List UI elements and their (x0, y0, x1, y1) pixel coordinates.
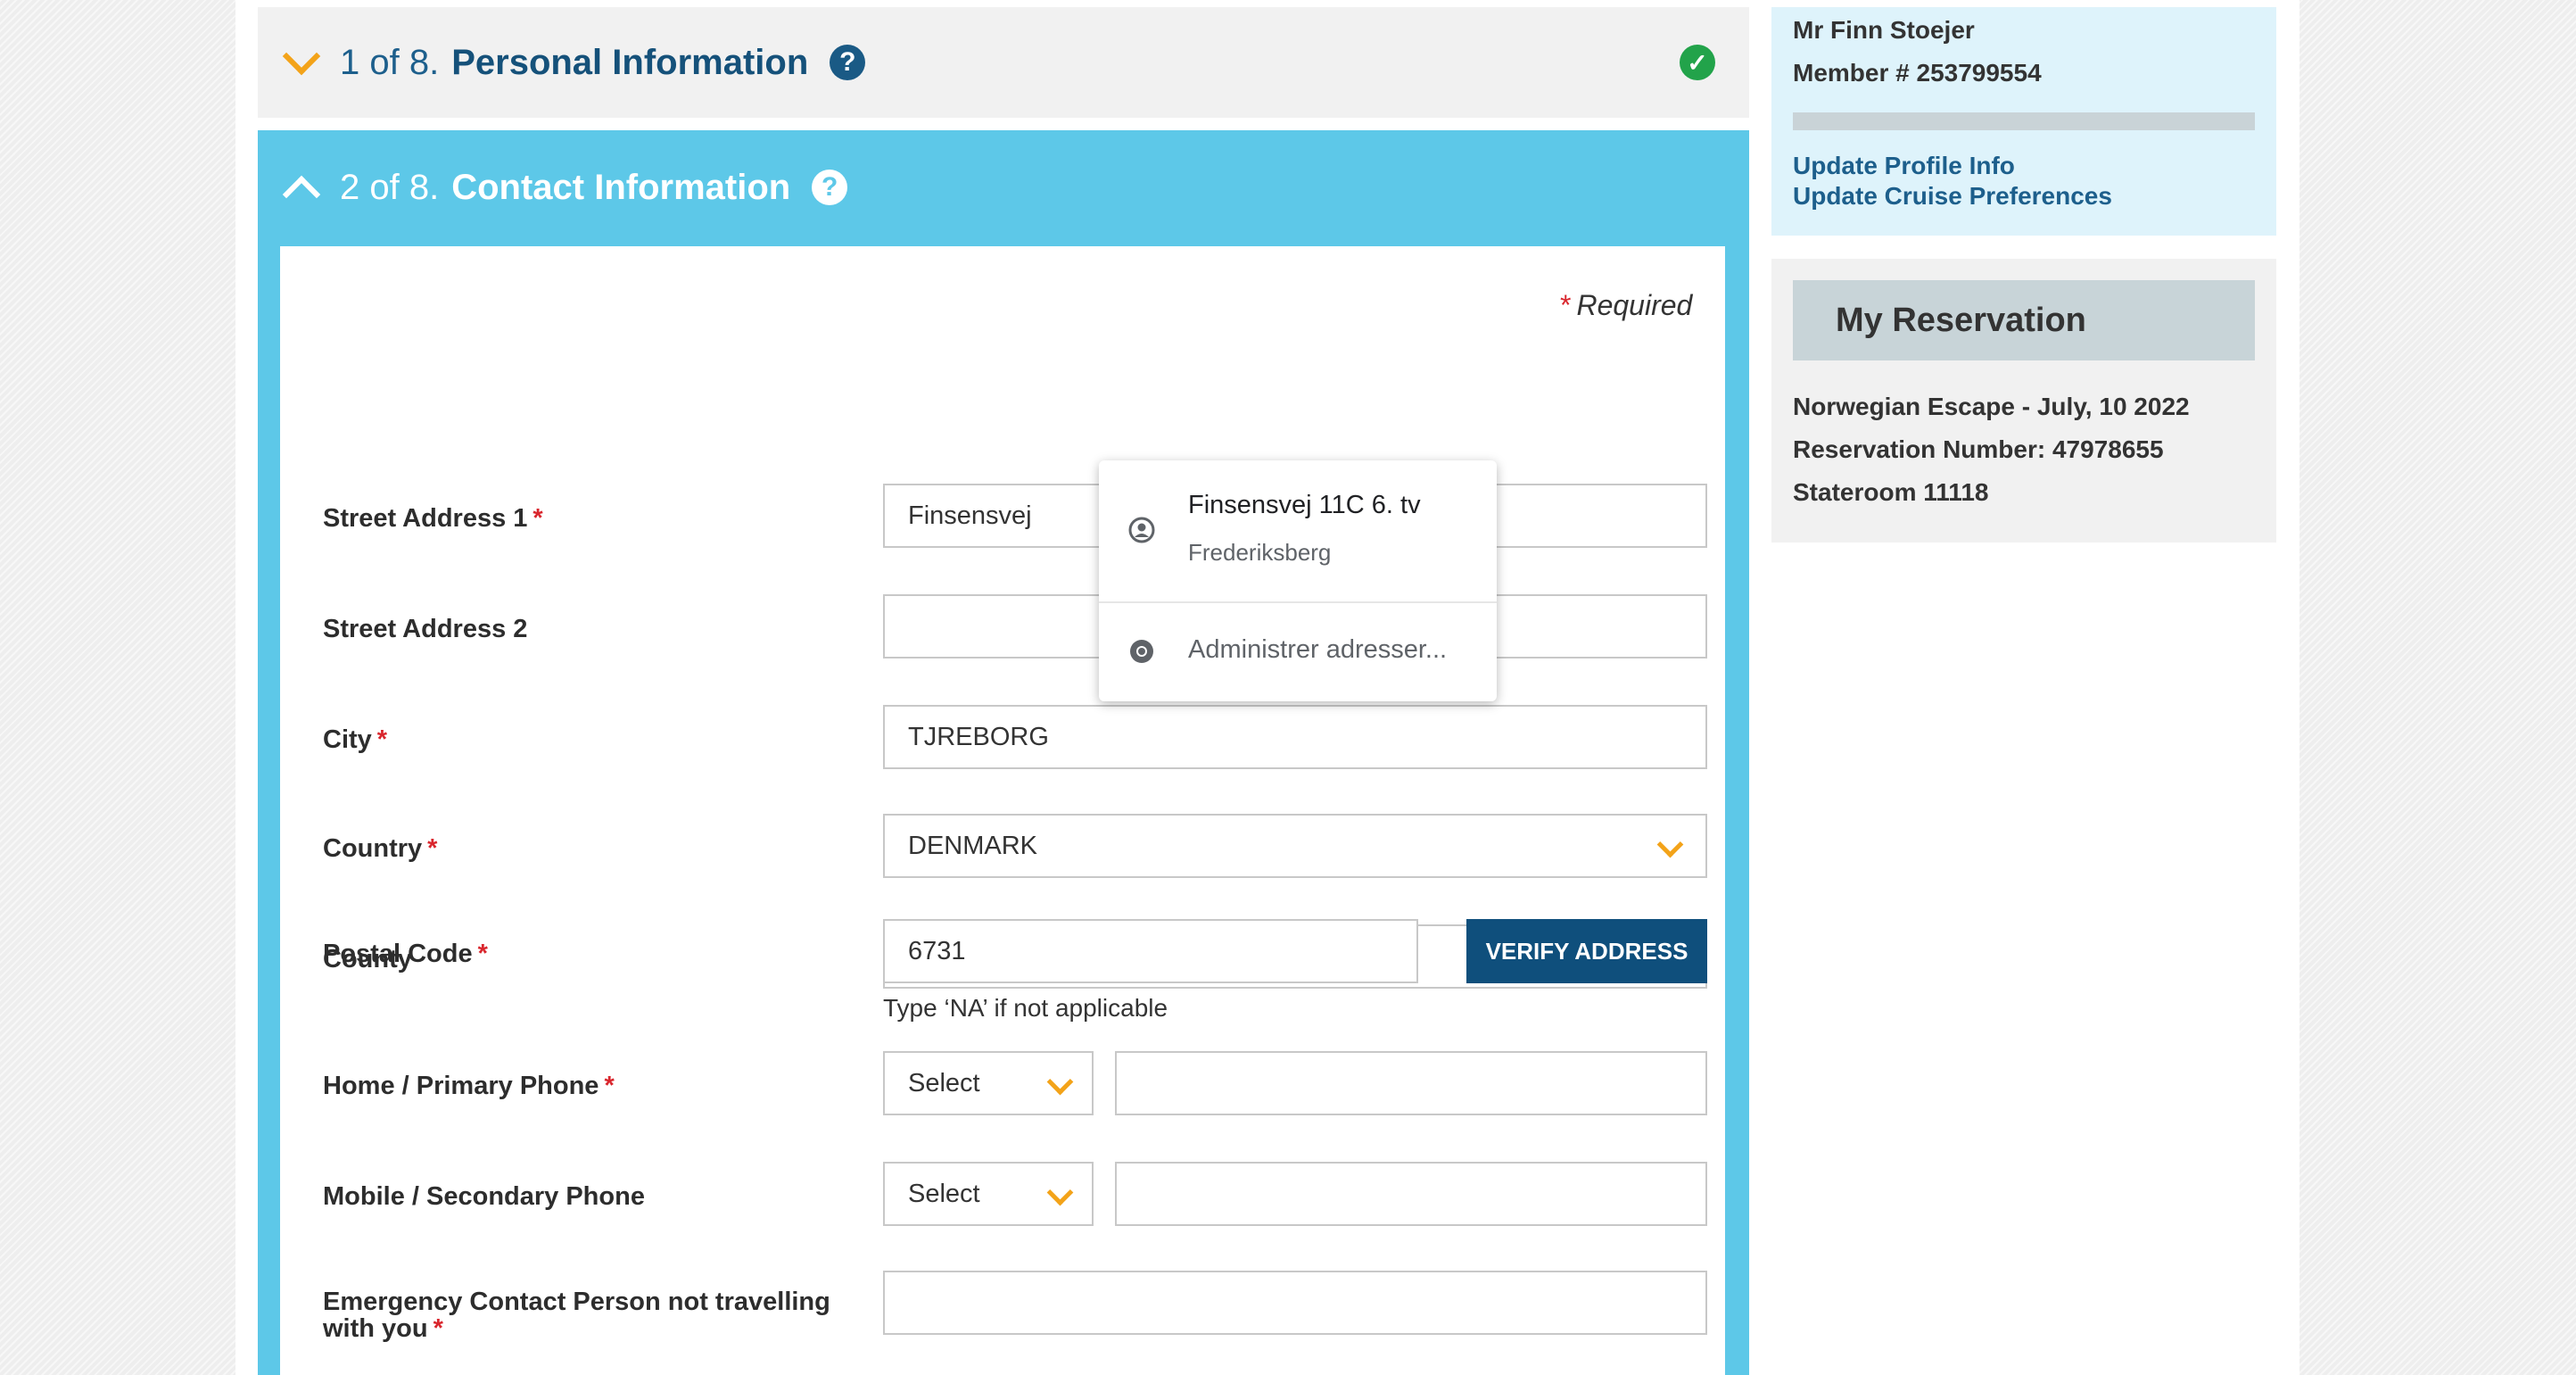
chevron-down-icon (282, 37, 321, 76)
help-icon[interactable]: ? (830, 45, 866, 80)
account-circle-icon (1128, 517, 1155, 543)
profile-progress-bar (1793, 112, 2255, 130)
manage-addresses-item[interactable]: Administrer adresser... (1099, 603, 1497, 701)
section-step: 1 of 8. (340, 42, 440, 82)
street-address-1-label: Street Address 1 * (323, 504, 543, 533)
section-title: Contact Information (451, 167, 791, 207)
emergency-contact-input[interactable] (883, 1271, 1707, 1335)
country-select[interactable]: DENMARK (883, 814, 1707, 878)
help-icon[interactable]: ? (812, 170, 848, 205)
city-input[interactable] (883, 705, 1707, 769)
mobile-phone-label: Mobile / Secondary Phone (323, 1182, 645, 1211)
contact-info-header[interactable]: 2 of 8. Contact Information ? (258, 130, 1749, 244)
autocomplete-suggestion[interactable]: Finsensvej 11C 6. tv Frederiksberg (1099, 460, 1497, 601)
suggestion-address: Finsensvej 11C 6. tv (1188, 491, 1421, 519)
address-autocomplete-dropdown: Finsensvej 11C 6. tv Frederiksberg Admin… (1099, 460, 1497, 701)
reservation-panel: My Reservation Norwegian Escape - July, … (1771, 259, 2276, 543)
update-profile-link[interactable]: Update Profile Info (1793, 152, 2015, 180)
cruise-name: Norwegian Escape - July, 10 2022 (1793, 393, 2190, 420)
home-phone-label: Home / Primary Phone * (323, 1072, 615, 1100)
section-step: 2 of 8. (340, 167, 440, 207)
select-value: Select (908, 1180, 980, 1208)
postal-code-input[interactable] (883, 919, 1418, 983)
check-circle-icon: ✓ (1680, 45, 1715, 80)
manage-addresses-label: Administrer adresser... (1188, 635, 1448, 664)
verify-address-button[interactable]: VERIFY ADDRESS (1466, 919, 1707, 983)
postal-code-label: Postal Code * (323, 940, 488, 968)
chevron-up-icon (282, 175, 321, 214)
personal-info-header[interactable]: 1 of 8. Personal Information ? (258, 7, 1749, 118)
home-phone-input[interactable] (1115, 1051, 1707, 1115)
update-cruise-preferences-link[interactable]: Update Cruise Preferences (1793, 182, 2112, 211)
postal-code-hint: Type ‘NA’ if not applicable (883, 994, 1168, 1022)
select-value: Select (908, 1069, 980, 1098)
member-number: Member # 253799554 (1793, 59, 2042, 87)
city-label: City * (323, 725, 388, 754)
reservation-number: Reservation Number: 47978655 (1793, 435, 2164, 463)
personal-info-section[interactable]: 1 of 8. Personal Information ? ✓ (258, 7, 1749, 118)
chrome-icon (1130, 640, 1153, 663)
street-address-2-label: Street Address 2 (323, 615, 528, 643)
profile-panel: Mr Finn Stoejer Member # 253799554 Updat… (1771, 7, 2276, 236)
country-select-value: DENMARK (908, 832, 1038, 860)
member-name: Mr Finn Stoejer (1793, 16, 1975, 44)
required-note: * Required (1560, 289, 1693, 321)
stateroom-number: Stateroom 11118 (1793, 478, 1989, 506)
suggestion-city: Frederiksberg (1188, 539, 1332, 566)
emergency-contact-label: Emergency Contact Person not travelling w… (323, 1288, 830, 1343)
mobile-phone-input[interactable] (1115, 1162, 1707, 1226)
reservation-title: My Reservation (1793, 280, 2255, 360)
section-title: Personal Information (451, 42, 809, 82)
country-label: Country * (323, 834, 438, 863)
